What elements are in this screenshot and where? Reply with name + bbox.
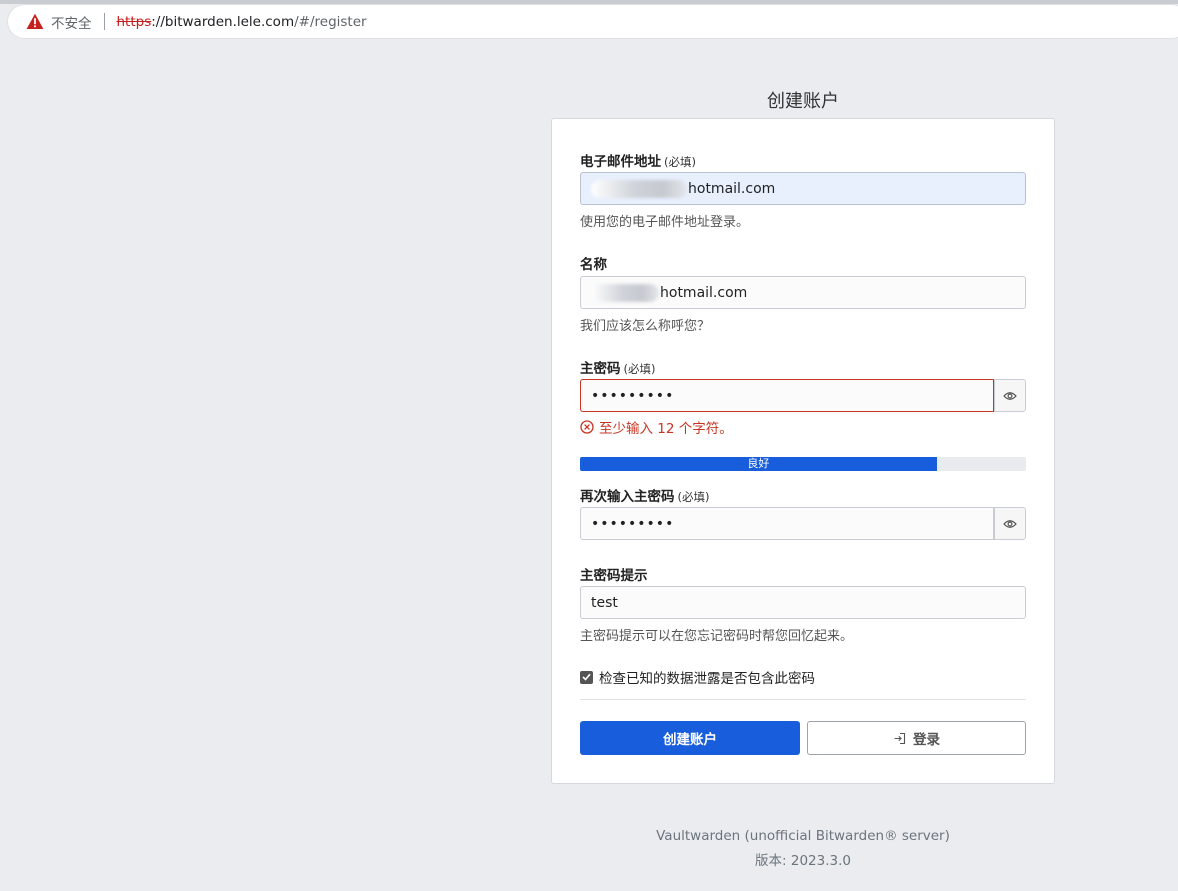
browser-top-strip [0,0,1178,4]
name-value: hotmail.com [660,284,748,301]
address-bar[interactable]: 不安全 https://bitwarden.lele.com/#/registe… [8,5,1178,38]
insecure-label[interactable]: 不安全 [51,12,92,32]
create-account-button[interactable]: 创建账户 [580,721,800,755]
error-circle-icon [580,420,594,434]
email-field[interactable]: hotmail.com [580,172,1026,205]
redacted-text [591,283,659,302]
required-marker: (必填) [677,490,710,504]
password-hint-label: 主密码提示 [580,568,648,584]
warning-icon[interactable] [26,13,44,30]
check-icon [582,673,591,681]
name-help: 我们应该怎么称呼您？ [580,319,711,334]
email-help: 使用您的电子邮件地址登录。 [580,215,750,230]
page-title: 创建账户 [767,91,839,112]
toggle-password-visibility-button[interactable] [994,379,1026,412]
email-label: 电子邮件地址 (必填) [580,150,696,170]
redacted-text [591,179,687,198]
footer-version: 版本: 2023.3.0 [755,853,851,869]
toggle-confirm-visibility-button[interactable] [994,507,1026,540]
breach-check-row[interactable]: 检查已知的数据泄露是否包含此密码 [580,667,815,687]
address-separator [103,13,105,30]
password-hint-help: 主密码提示可以在您忘记密码时帮您回忆起来。 [580,629,854,644]
url-path: /#/register [294,13,367,30]
email-value: hotmail.com [688,180,776,197]
confirm-password-field[interactable]: ••••••••• [580,507,994,540]
email-label-text: 电子邮件地址 [580,154,661,170]
breach-check-label: 检查已知的数据泄露是否包含此密码 [599,671,815,687]
password-error-text: 至少输入 12 个字符。 [599,421,733,437]
master-password-label: 主密码 (必填) [580,357,655,377]
eye-icon [1003,391,1017,400]
confirm-password-label: 再次输入主密码 (必填) [580,485,709,505]
master-password-label-text: 主密码 [580,361,621,377]
name-field[interactable]: hotmail.com [580,276,1026,309]
name-label: 名称 [580,257,607,273]
eye-icon [1003,519,1017,528]
login-button[interactable]: 登录 [807,721,1026,755]
login-label: 登录 [913,732,940,747]
url-host: ://bitwarden.lele.com [151,13,295,30]
password-strength-fill: 良好 [580,457,937,471]
register-card: 电子邮件地址 (必填) hotmail.com 使用您的电子邮件地址登录。 名称 … [551,118,1055,784]
create-account-label: 创建账户 [663,732,717,747]
master-password-field[interactable]: ••••••••• [580,379,994,412]
confirm-password-label-text: 再次输入主密码 [580,489,675,505]
divider [580,699,1026,700]
required-marker: (必填) [664,155,696,169]
password-strength-bar: 良好 [580,457,1026,471]
sign-in-icon [894,732,906,744]
password-error: 至少输入 12 个字符。 [580,417,733,437]
footer-server-info: Vaultwarden (unofficial Bitwarden® serve… [656,828,950,844]
url-scheme: https [116,13,152,30]
password-hint-field[interactable]: test [580,586,1026,619]
breach-check-checkbox[interactable] [580,670,593,684]
required-marker: (必填) [623,362,656,376]
